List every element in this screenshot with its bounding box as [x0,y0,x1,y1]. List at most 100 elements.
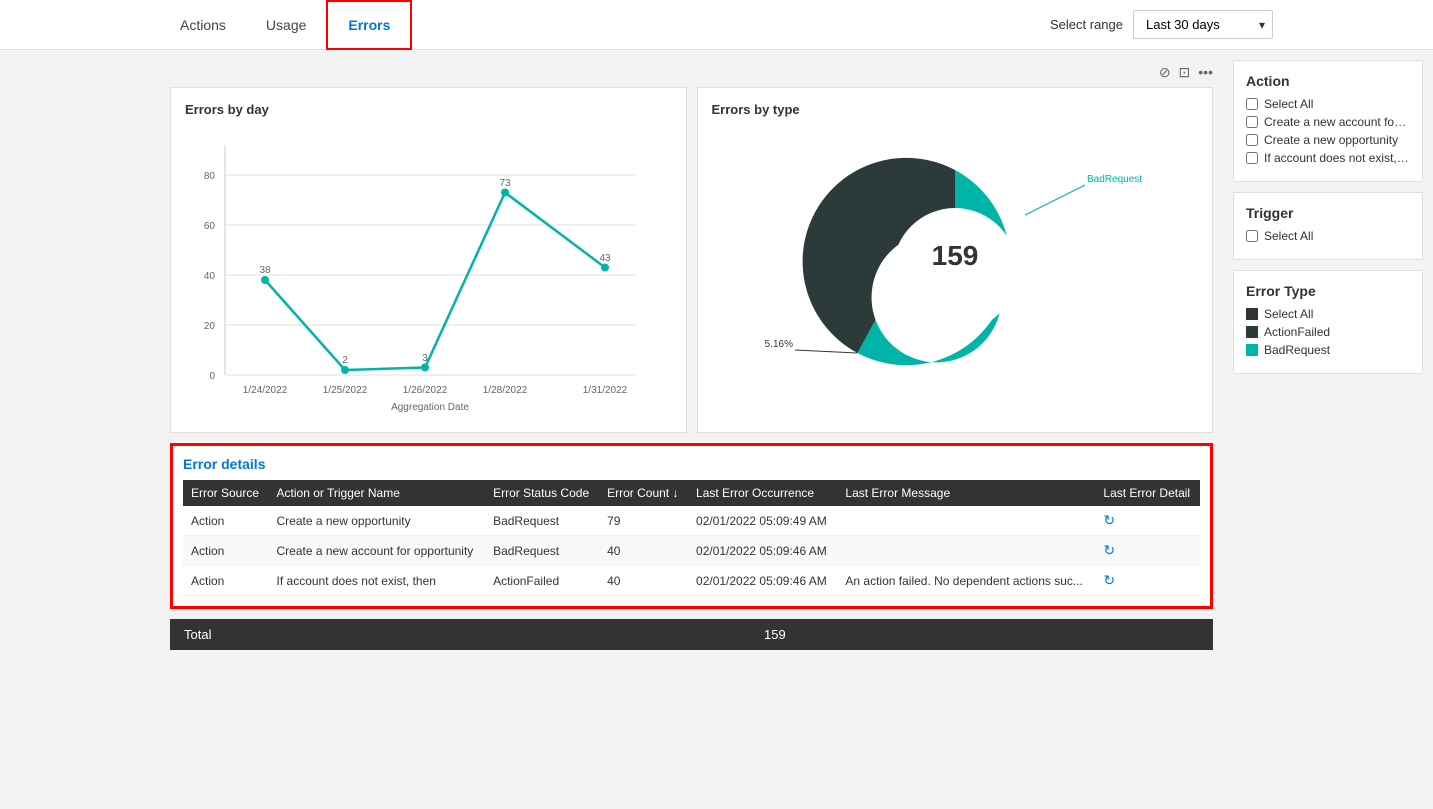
action-if-account[interactable]: If account does not exist, then [1246,151,1410,165]
action-if-account-checkbox[interactable] [1246,152,1258,164]
nav-errors[interactable]: Errors [326,0,412,50]
svg-text:3: 3 [422,353,428,364]
cell-occurrence: 02/01/2022 05:09:49 AM [688,506,837,536]
action-create-opportunity[interactable]: Create a new opportunity [1246,133,1410,147]
range-wrapper: Last 30 days Last 7 days Last 90 days ▾ [1133,10,1273,39]
total-label: Total [184,627,764,642]
total-row: Total 159 [170,619,1213,650]
error-type-select-all-label[interactable]: Select All [1264,307,1313,321]
col-action-trigger-name[interactable]: Action or Trigger Name [269,480,486,506]
cell-occurrence: 02/01/2022 05:09:46 AM [688,566,837,596]
cell-source: Action [183,536,269,566]
cell-status: BadRequest [485,536,599,566]
error-table: Error Source Action or Trigger Name Erro… [183,480,1200,596]
col-last-error-message[interactable]: Last Error Message [837,480,1095,506]
cell-message [837,506,1095,536]
cell-name: If account does not exist, then [269,566,486,596]
col-error-status-code[interactable]: Error Status Code [485,480,599,506]
col-last-error-detail[interactable]: Last Error Detail [1095,480,1200,506]
range-label: Select range [1050,17,1123,32]
error-details-title: Error details [183,456,1200,472]
svg-text:0: 0 [209,371,215,382]
trigger-select-all-label[interactable]: Select All [1264,229,1313,243]
action-create-opportunity-label[interactable]: Create a new opportunity [1264,133,1398,147]
col-last-error-occurrence[interactable]: Last Error Occurrence [688,480,837,506]
action-select-all-label[interactable]: Select All [1264,97,1313,111]
svg-text:60: 60 [204,221,216,232]
col-error-source[interactable]: Error Source [183,480,269,506]
cell-source: Action [183,566,269,596]
trigger-select-all-checkbox[interactable] [1246,230,1258,242]
error-type-badrequest-label[interactable]: BadRequest [1264,343,1330,357]
svg-text:159: 159 [931,240,978,271]
line-chart-title: Errors by day [185,102,672,117]
cell-message [837,536,1095,566]
cell-count: 40 [599,536,688,566]
donut-chart-svg: 159 ActionFailed 25.16% BadRequest 74.84… [765,135,1145,405]
cell-source: Action [183,506,269,536]
error-details-container: Error details Error Source Action or Tri… [170,443,1213,609]
svg-text:40: 40 [204,271,216,282]
more-options-icon[interactable]: ••• [1198,64,1213,81]
trigger-filter-section: Trigger Select All [1233,192,1423,260]
cell-name: Create a new opportunity [269,506,486,536]
action-filter-section: Action Select All Create a new account f… [1233,60,1423,182]
action-create-opportunity-checkbox[interactable] [1246,134,1258,146]
expand-icon[interactable]: ⊡ [1179,64,1191,81]
donut-chart-title: Errors by type [712,102,1199,117]
svg-text:BadRequest 74.84%: BadRequest 74.84% [1087,174,1145,185]
trigger-section-title: Trigger [1246,205,1410,221]
cell-detail[interactable]: ↻ [1095,506,1200,536]
error-type-section: Error Type Select All ActionFailed BadRe… [1233,270,1423,374]
cell-detail[interactable]: ↻ [1095,566,1200,596]
error-type-actionfailed[interactable]: ActionFailed [1246,325,1410,339]
trigger-select-all[interactable]: Select All [1246,229,1410,243]
cell-count: 40 [599,566,688,596]
refresh-icon: ↻ [1103,512,1115,528]
donut-chart-area: 159 ActionFailed 25.16% BadRequest 74.84… [712,125,1199,415]
line-chart-area: 0 20 40 60 80 [185,125,672,418]
range-select[interactable]: Last 30 days Last 7 days Last 90 days [1133,10,1273,39]
cell-message: An action failed. No dependent actions s… [837,566,1095,596]
action-section-title: Action [1246,73,1410,89]
svg-text:43: 43 [599,253,611,264]
cell-name: Create a new account for opportunity [269,536,486,566]
nav-usage[interactable]: Usage [246,0,326,50]
cell-status: ActionFailed [485,566,599,596]
filter-icon[interactable]: ⊘ [1159,64,1171,81]
cell-occurrence: 02/01/2022 05:09:46 AM [688,536,837,566]
refresh-icon: ↻ [1103,542,1115,558]
svg-text:73: 73 [499,178,511,189]
action-if-account-label[interactable]: If account does not exist, then [1264,151,1410,165]
table-row: Action If account does not exist, then A… [183,566,1200,596]
sidebar: Action Select All Create a new account f… [1223,60,1433,650]
action-create-account[interactable]: Create a new account for op... [1246,115,1410,129]
svg-text:1/26/2022: 1/26/2022 [403,385,448,396]
error-type-title: Error Type [1246,283,1410,299]
action-select-all-checkbox[interactable] [1246,98,1258,110]
error-type-badrequest[interactable]: BadRequest [1246,343,1410,357]
svg-text:80: 80 [204,171,216,182]
refresh-icon: ↻ [1103,572,1115,588]
svg-text:1/25/2022: 1/25/2022 [323,385,368,396]
svg-text:ActionFailed 25.16%: ActionFailed 25.16% [765,339,793,350]
charts-row: Errors by day 0 20 40 [170,87,1213,433]
action-create-account-checkbox[interactable] [1246,116,1258,128]
cell-detail[interactable]: ↻ [1095,536,1200,566]
top-navigation: Actions Usage Errors Select range Last 3… [0,0,1433,50]
donut-chart-container: Errors by type [697,87,1214,433]
action-create-account-label[interactable]: Create a new account for op... [1264,115,1410,129]
nav-actions[interactable]: Actions [160,0,246,50]
action-select-all[interactable]: Select All [1246,97,1410,111]
svg-text:1/24/2022: 1/24/2022 [243,385,288,396]
svg-text:1/31/2022: 1/31/2022 [583,385,628,396]
col-error-count[interactable]: Error Count ↓ [599,480,688,506]
error-type-select-all[interactable]: Select All [1246,307,1410,321]
actionfailed-swatch [1246,326,1258,338]
main-content: ⊘ ⊡ ••• Errors by day [0,50,1433,650]
badrequest-swatch [1246,344,1258,356]
error-type-actionfailed-label[interactable]: ActionFailed [1264,325,1330,339]
charts-area: ⊘ ⊡ ••• Errors by day [170,60,1223,650]
table-row: Action Create a new account for opportun… [183,536,1200,566]
svg-text:1/28/2022: 1/28/2022 [483,385,528,396]
